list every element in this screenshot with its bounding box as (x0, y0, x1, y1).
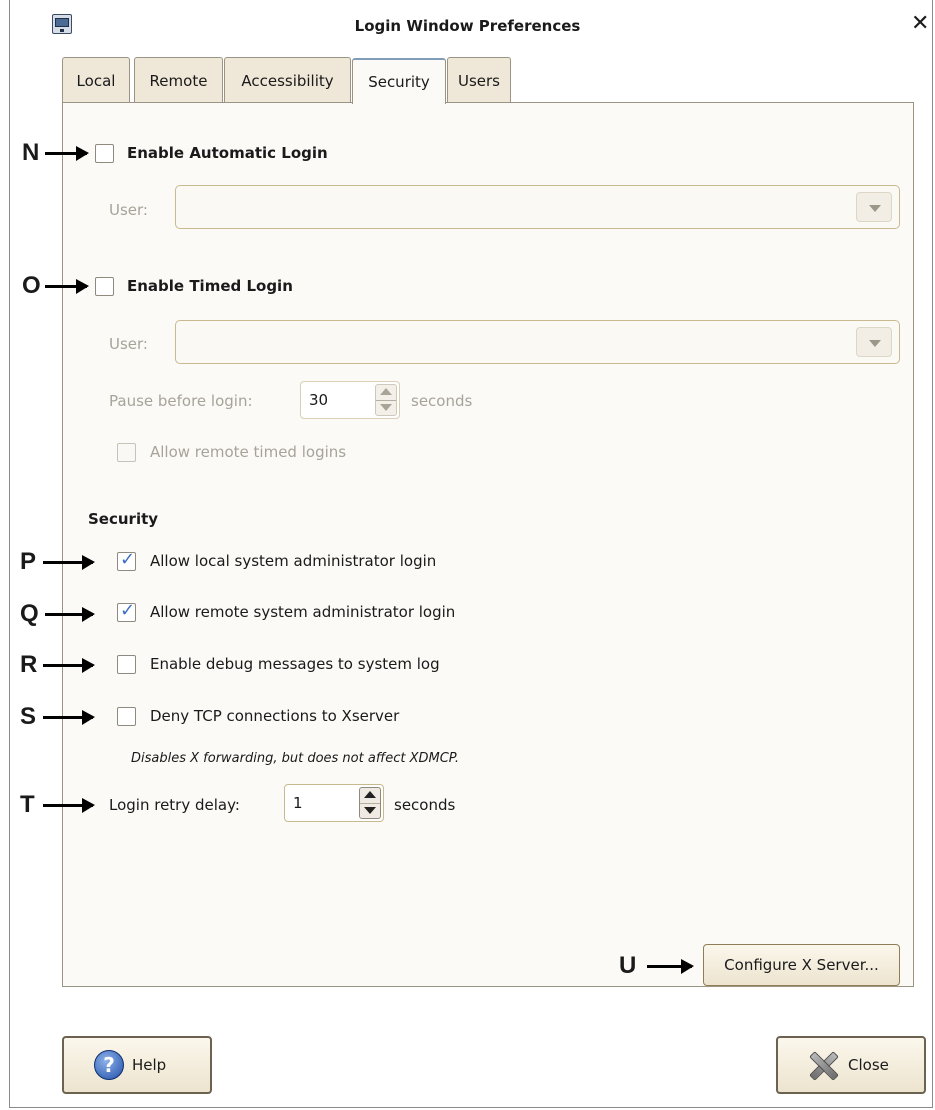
enable-automatic-login-checkbox[interactable] (95, 144, 114, 163)
close-button[interactable]: Close (776, 1036, 926, 1094)
enable-timed-login-checkbox[interactable] (95, 277, 114, 296)
tab-remote[interactable]: Remote (134, 57, 223, 103)
retry-seconds-label: seconds (394, 796, 456, 814)
allow-remote-admin-login-label: Allow remote system administrator login (150, 603, 456, 621)
help-label: Help (132, 1056, 167, 1074)
arrow-icon (43, 555, 95, 570)
allow-remote-timed-logins-label: Allow remote timed logins (150, 443, 347, 461)
auto-login-user-label: User: (109, 201, 148, 219)
tab-accessibility[interactable]: Accessibility (224, 57, 351, 103)
spin-up-icon[interactable] (376, 385, 396, 401)
annotation-o: O (22, 272, 41, 299)
arrow-icon (43, 798, 95, 813)
tab-security[interactable]: Security (352, 58, 446, 104)
arrow-icon (45, 146, 89, 161)
pause-seconds-label: seconds (411, 392, 473, 410)
login-retry-delay-value: 1 (293, 794, 303, 812)
pause-before-login-label: Pause before login: (109, 392, 253, 410)
tab-local[interactable]: Local (62, 57, 130, 103)
annotation-s: S (20, 703, 37, 730)
login-retry-delay-label: Login retry delay: (109, 796, 240, 814)
arrow-icon (45, 279, 89, 294)
pause-before-login-spinner[interactable]: 30 (300, 381, 400, 419)
tab-label: Users (457, 71, 500, 90)
spin-buttons (375, 384, 397, 416)
tab-label: Accessibility (241, 71, 334, 90)
spin-down-icon[interactable] (360, 804, 380, 819)
spin-up-icon[interactable] (360, 788, 380, 804)
annotation-r: R (20, 651, 38, 678)
annotation-u: U (619, 952, 637, 979)
tab-label: Local (76, 71, 116, 90)
configure-x-server-button[interactable]: Configure X Server... (703, 944, 900, 986)
allow-remote-timed-logins-checkbox[interactable] (117, 443, 136, 462)
window-close-icon[interactable]: ✕ (911, 13, 929, 35)
spin-buttons (359, 787, 381, 819)
security-heading: Security (88, 510, 159, 528)
deny-tcp-note: Disables X forwarding, but does not affe… (131, 751, 459, 766)
annotation-q: Q (20, 600, 39, 627)
timed-login-user-combo[interactable] (175, 320, 900, 364)
annotation-p: P (20, 548, 37, 575)
tab-label: Remote (149, 71, 208, 90)
spin-down-icon[interactable] (376, 401, 396, 416)
enable-debug-messages-checkbox[interactable] (117, 655, 136, 674)
login-retry-delay-spinner[interactable]: 1 (284, 784, 384, 822)
enable-debug-messages-label: Enable debug messages to system log (150, 655, 440, 673)
configure-x-server-label: Configure X Server... (724, 956, 879, 974)
arrow-icon (43, 710, 95, 725)
close-label: Close (848, 1056, 889, 1074)
chevron-down-icon[interactable] (856, 327, 892, 357)
annotation-n: N (22, 139, 40, 166)
auto-login-user-combo[interactable] (175, 185, 900, 229)
timed-login-user-label: User: (109, 335, 148, 353)
pause-before-login-value: 30 (309, 391, 329, 409)
allow-local-admin-login-checkbox[interactable] (117, 549, 136, 571)
arrow-icon (647, 959, 694, 974)
arrow-icon (43, 658, 95, 673)
arrow-icon (45, 607, 95, 622)
allow-remote-admin-login-checkbox[interactable] (117, 600, 136, 622)
chevron-down-icon[interactable] (856, 192, 892, 222)
deny-tcp-connections-label: Deny TCP connections to Xserver (150, 707, 400, 725)
window-title: Login Window Preferences (354, 17, 581, 35)
enable-automatic-login-label: Enable Automatic Login (127, 144, 328, 162)
enable-timed-login-label: Enable Timed Login (127, 277, 293, 295)
help-button[interactable]: ? Help (62, 1036, 212, 1094)
close-x-icon (808, 1051, 836, 1079)
security-tab-panel (62, 102, 914, 987)
annotation-t: T (20, 791, 35, 818)
tab-users[interactable]: Users (447, 57, 511, 103)
help-question-icon: ? (94, 1050, 124, 1080)
allow-local-admin-login-label: Allow local system administrator login (150, 552, 437, 570)
deny-tcp-connections-checkbox[interactable] (117, 707, 136, 726)
tab-label: Security (368, 73, 430, 91)
